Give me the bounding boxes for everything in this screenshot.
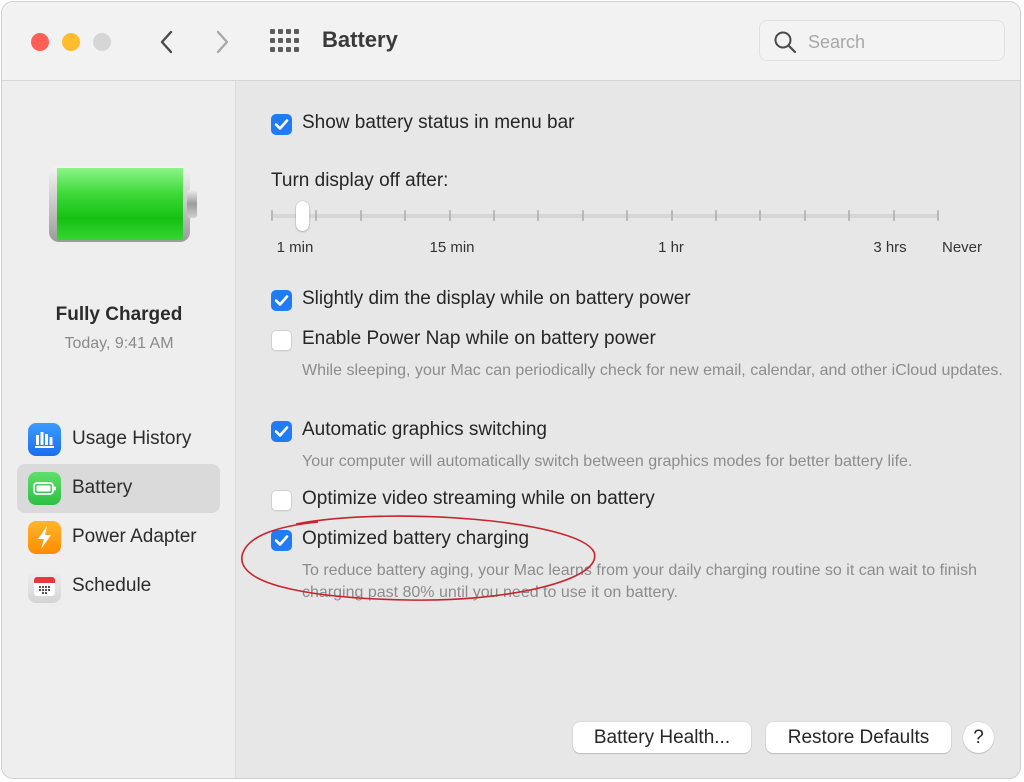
battery-icon xyxy=(28,472,61,505)
battery-health-button[interactable]: Battery Health... xyxy=(573,722,751,753)
slider-tick xyxy=(715,210,717,221)
slider-track xyxy=(272,214,938,218)
checkmark-icon xyxy=(274,426,289,437)
slider-tick xyxy=(937,210,939,221)
battery-level-icon xyxy=(49,166,197,242)
calendar-icon xyxy=(28,570,61,603)
sidebar-item-battery[interactable]: Battery xyxy=(17,464,220,513)
help-button[interactable]: ? xyxy=(963,722,994,753)
checkbox-label: Slightly dim the display while on batter… xyxy=(302,288,691,309)
restore-defaults-button[interactable]: Restore Defaults xyxy=(766,722,951,753)
tick-label-1-min: 1 min xyxy=(276,239,314,256)
show-all-grid-icon[interactable] xyxy=(270,29,300,53)
slider-tick xyxy=(404,210,407,221)
optimized-charging-description: To reduce battery aging, your Mac learns… xyxy=(302,562,977,601)
tick-label-1-hr: 1 hr xyxy=(658,239,684,256)
search-icon xyxy=(774,31,797,54)
checkbox-label: Show battery status in menu bar xyxy=(302,112,575,133)
checkmark-icon xyxy=(274,535,289,546)
lightning-icon xyxy=(28,521,61,554)
slider-tick xyxy=(581,210,584,221)
settings-panel: Show battery status in menu bar Turn dis… xyxy=(236,81,1020,778)
chevron-right-icon xyxy=(216,30,229,54)
dim-display-checkbox[interactable] xyxy=(271,290,292,311)
battery-status-title: Fully Charged xyxy=(55,304,183,325)
bar-chart-icon xyxy=(28,423,61,456)
tick-label-3-hrs: 3 hrs xyxy=(873,239,907,256)
slider-tick xyxy=(670,210,673,221)
back-button[interactable] xyxy=(153,26,179,58)
close-button[interactable] xyxy=(31,33,49,51)
checkbox-label: Enable Power Nap while on battery power xyxy=(302,328,656,349)
chevron-left-icon xyxy=(160,30,173,54)
window-title: Battery xyxy=(322,27,398,52)
slider-tick xyxy=(359,210,362,221)
slider-tick xyxy=(271,210,273,221)
search-field[interactable] xyxy=(759,20,1005,61)
power-nap-description: While sleeping, your Mac can periodicall… xyxy=(302,362,1003,379)
checkbox-label: Automatic graphics switching xyxy=(302,419,547,440)
display-off-label: Turn display off after: xyxy=(271,170,449,191)
checkmark-icon xyxy=(274,295,289,306)
checkbox-label: Optimized battery charging xyxy=(302,528,530,549)
sidebar-item-label: Schedule xyxy=(72,575,152,596)
preferences-window: Battery Fully Charged Today, xyxy=(1,1,1021,779)
zoom-button[interactable] xyxy=(93,33,111,51)
forward-button[interactable] xyxy=(210,26,236,58)
slider-tick xyxy=(848,210,851,221)
optimized-charging-checkbox[interactable] xyxy=(271,530,292,551)
slider-tick xyxy=(803,210,806,221)
show-battery-status-checkbox[interactable] xyxy=(271,114,292,135)
minimize-button[interactable] xyxy=(62,33,80,51)
sidebar-item-label: Usage History xyxy=(72,428,192,449)
tick-label-never: Never xyxy=(941,239,983,256)
tick-label-15-min: 15 min xyxy=(429,239,475,256)
sidebar-item-schedule[interactable]: Schedule xyxy=(17,562,220,611)
display-off-slider[interactable] xyxy=(271,201,939,233)
video-streaming-checkbox[interactable] xyxy=(271,490,292,511)
battery-status-time: Today, 9:41 AM xyxy=(64,335,174,352)
slider-tick xyxy=(493,210,495,221)
slider-tick xyxy=(892,210,895,221)
slider-tick xyxy=(626,210,629,221)
checkmark-icon xyxy=(274,119,289,130)
sidebar-item-label: Battery xyxy=(72,477,133,498)
sidebar: Fully Charged Today, 9:41 AM Usage Histo… xyxy=(2,81,236,778)
sidebar-item-label: Power Adapter xyxy=(72,526,197,547)
title-bar: Battery xyxy=(2,2,1020,81)
power-nap-checkbox[interactable] xyxy=(271,330,292,351)
slider-thumb[interactable] xyxy=(296,201,310,231)
graphics-switching-description: Your computer will automatically switch … xyxy=(302,453,913,470)
sidebar-item-usage-history[interactable]: Usage History xyxy=(17,415,220,464)
slider-tick xyxy=(448,210,451,221)
checkbox-label: Optimize video streaming while on batter… xyxy=(302,488,655,509)
search-input[interactable] xyxy=(806,27,995,57)
sidebar-item-power-adapter[interactable]: Power Adapter xyxy=(17,513,220,562)
graphics-switching-checkbox[interactable] xyxy=(271,421,292,442)
